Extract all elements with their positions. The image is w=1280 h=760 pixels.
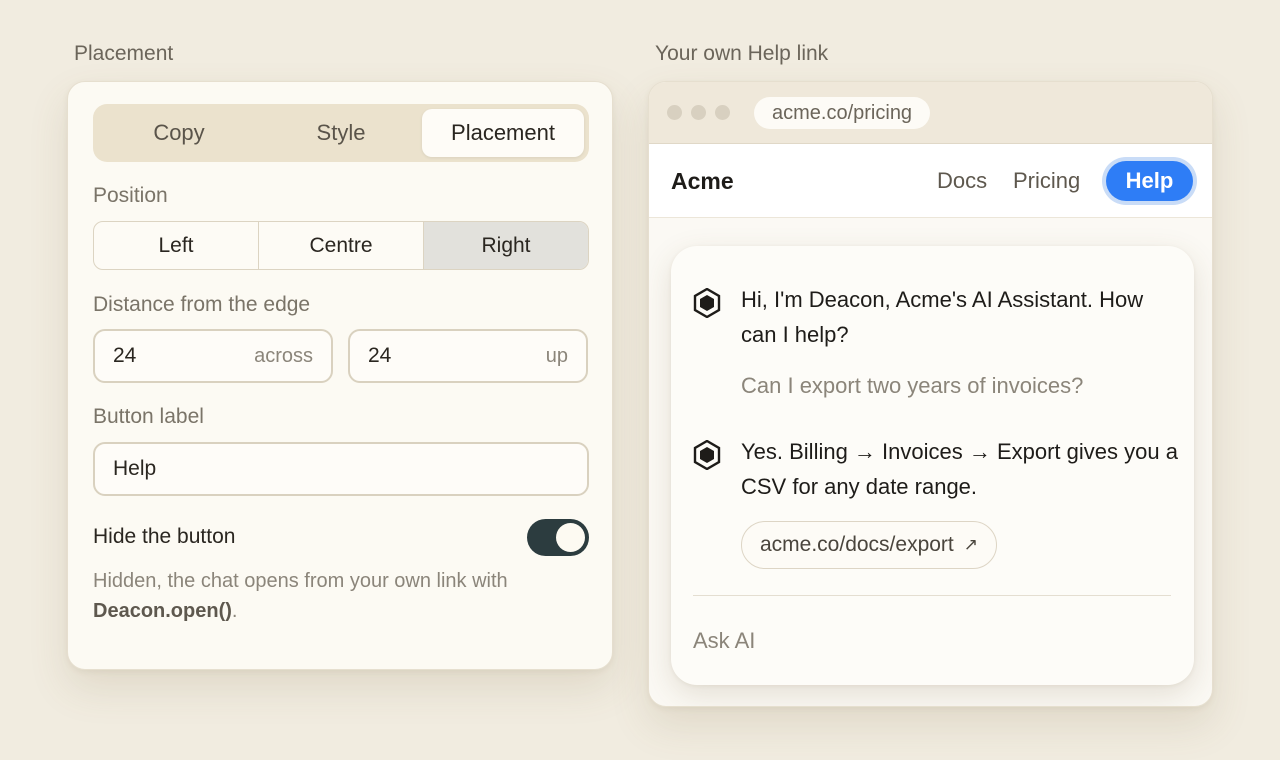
chat-window: Hi, I'm Deacon, Acme's AI Assistant. How… xyxy=(671,246,1194,685)
chat-divider xyxy=(693,595,1171,596)
position-right-option[interactable]: Right xyxy=(424,222,588,269)
position-segmented-control: Left Centre Right xyxy=(93,221,589,270)
button-label-label: Button label xyxy=(93,405,204,428)
settings-tabs: Copy Style Placement xyxy=(93,104,589,162)
user-message: Can I export two years of invoices? xyxy=(741,373,1084,398)
across-value: 24 xyxy=(113,344,137,367)
hide-button-toggle[interactable] xyxy=(527,518,589,556)
button-label-value: Help xyxy=(113,457,157,480)
hide-button-row: Hide the button xyxy=(93,518,589,556)
across-unit: across xyxy=(254,344,313,367)
nav-pricing-link[interactable]: Pricing xyxy=(1013,168,1080,194)
browser-preview: acme.co/pricing Acme Docs Pricing Help H… xyxy=(648,81,1213,707)
nav-docs-link[interactable]: Docs xyxy=(937,168,987,194)
assistant-reply: Yes. Billing → Invoices → Export gives y… xyxy=(741,439,1178,499)
hint-code: Deacon.open() xyxy=(93,600,232,622)
help-button[interactable]: Help xyxy=(1106,161,1193,201)
docs-export-link[interactable]: acme.co/docs/export ↗ xyxy=(741,521,998,569)
ask-ai-input[interactable]: Ask AI xyxy=(693,628,755,654)
placement-section-label: Placement xyxy=(74,42,174,65)
up-unit: up xyxy=(545,344,568,367)
distance-label: Distance from the edge xyxy=(93,293,311,316)
hide-button-hint: Hidden, the chat opens from your own lin… xyxy=(93,566,593,626)
hint-end: . xyxy=(231,600,238,622)
window-dot xyxy=(667,105,682,120)
deacon-hexagon-icon xyxy=(693,440,721,470)
assistant-greeting: Hi, I'm Deacon, Acme's AI Assistant. How… xyxy=(741,287,1144,347)
settings-panel: Copy Style Placement Position Left Centr… xyxy=(67,81,613,670)
window-dot xyxy=(691,105,706,120)
tab-style[interactable]: Style xyxy=(260,109,422,157)
up-input[interactable]: 24 up xyxy=(348,329,588,383)
position-label: Position xyxy=(93,184,168,207)
toggle-knob xyxy=(556,522,585,552)
docs-export-link-text: acme.co/docs/export xyxy=(760,533,954,556)
position-left-option[interactable]: Left xyxy=(94,222,259,269)
hide-button-label: Hide the button xyxy=(93,525,236,548)
hint-text: Hidden, the chat opens from your own lin… xyxy=(93,570,508,592)
site-navbar: Acme Docs Pricing Help xyxy=(649,144,1212,218)
arrow-up-right-icon: ↗ xyxy=(963,535,979,554)
deacon-hexagon-icon xyxy=(693,288,721,318)
across-input[interactable]: 24 across xyxy=(93,329,333,383)
tab-placement[interactable]: Placement xyxy=(422,109,584,157)
browser-toolbar: acme.co/pricing xyxy=(649,82,1212,144)
address-bar[interactable]: acme.co/pricing xyxy=(754,97,931,129)
up-value: 24 xyxy=(368,344,392,367)
button-label-input[interactable]: Help xyxy=(93,442,589,496)
help-link-section-label: Your own Help link xyxy=(655,42,829,65)
tab-copy[interactable]: Copy xyxy=(98,109,260,157)
position-centre-option[interactable]: Centre xyxy=(259,222,424,269)
window-dot xyxy=(715,105,730,120)
site-brand[interactable]: Acme xyxy=(671,168,734,195)
